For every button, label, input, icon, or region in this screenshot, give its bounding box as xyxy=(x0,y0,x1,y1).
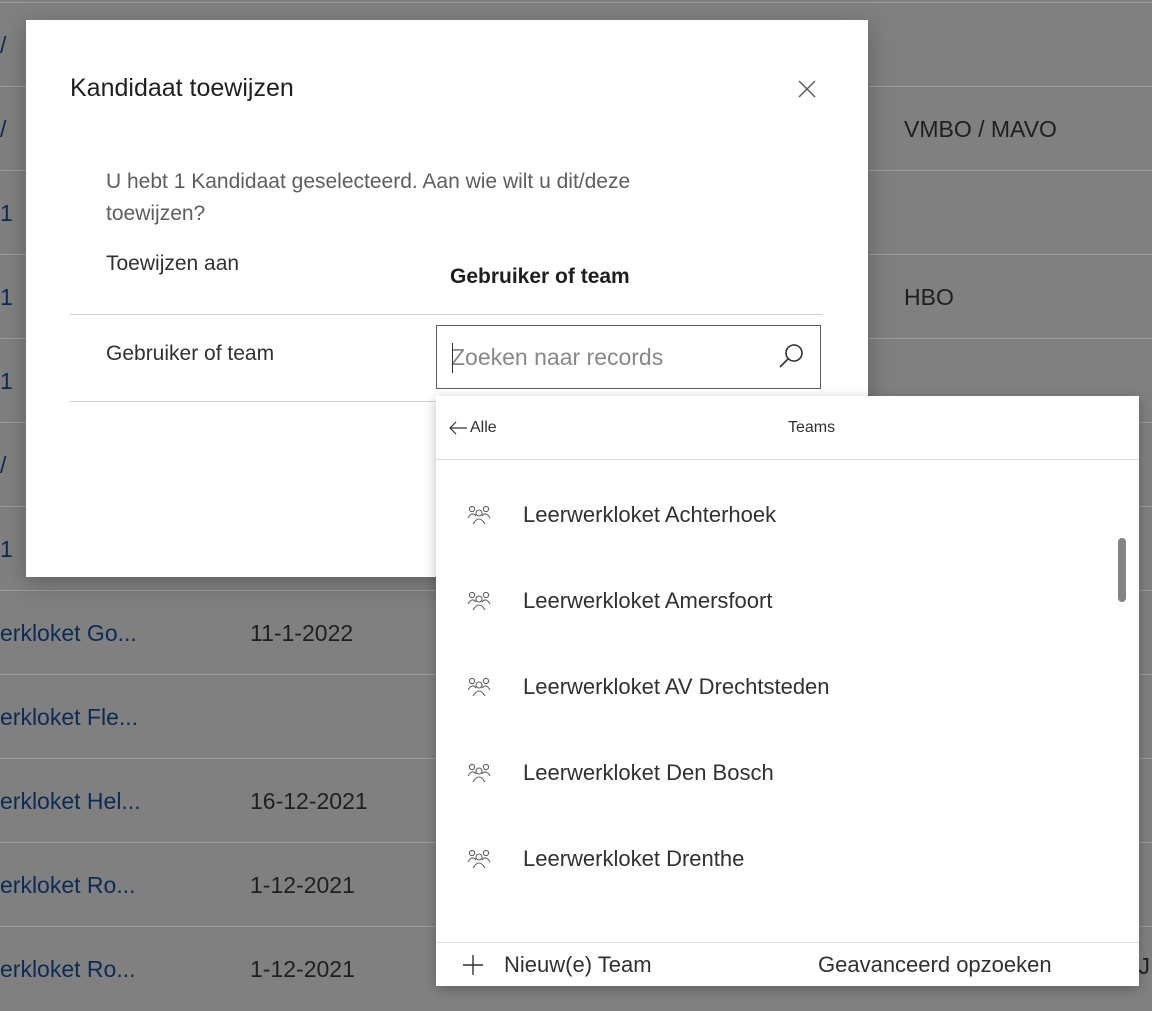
education-cell: HBO xyxy=(904,284,954,310)
education-cell: VMBO / MAVO xyxy=(904,116,1057,142)
list-item[interactable]: Leerwerkloket Den Bosch xyxy=(436,730,1126,816)
truncated-cell: / xyxy=(0,452,7,478)
truncated-cell: 1 xyxy=(0,536,13,562)
divider xyxy=(70,314,823,315)
dialog-description: U hebt 1 Kandidaat geselecteerd. Aan wie… xyxy=(106,170,631,225)
team-icon xyxy=(467,591,491,611)
assign-to-value: Gebruiker of team xyxy=(450,265,630,288)
advanced-lookup-button[interactable]: Geavanceerd opzoeken xyxy=(818,943,1052,986)
truncated-cell: / xyxy=(0,32,7,58)
arrow-left-icon xyxy=(449,421,467,435)
name-link[interactable]: erkloket Go... xyxy=(0,591,215,675)
team-name: Leerwerkloket Den Bosch xyxy=(523,760,774,785)
name-link[interactable]: erkloket Hel... xyxy=(0,759,215,843)
list-item[interactable]: Leerwerkloket Amersfoort xyxy=(436,558,1126,644)
close-icon xyxy=(798,80,816,98)
team-list: Leerwerkloket Achterhoek Leerwerkloket A… xyxy=(436,460,1139,940)
truncated-edge-text: J xyxy=(1138,953,1151,979)
back-label: Alle xyxy=(470,419,497,436)
search-button[interactable] xyxy=(774,340,808,374)
list-item[interactable]: Leerwerkloket AV Drechtsteden xyxy=(436,644,1126,730)
user-or-team-label: Gebruiker of team xyxy=(106,342,275,365)
team-name: Leerwerkloket AV Drechtsteden xyxy=(523,674,830,699)
truncated-cell: 1 xyxy=(0,200,13,226)
new-team-label: Nieuw(e) Team xyxy=(504,952,652,977)
date-cell: 16-12-2021 xyxy=(250,788,368,814)
close-button[interactable] xyxy=(784,66,828,110)
truncated-cell: 1 xyxy=(0,284,13,310)
date-cell: 1-12-2021 xyxy=(250,872,355,898)
team-name: Leerwerkloket Drenthe xyxy=(523,846,745,871)
team-icon xyxy=(467,505,491,525)
list-item[interactable]: Leerwerkloket Drenthe xyxy=(436,816,1126,902)
date-cell: 1-12-2021 xyxy=(250,956,355,982)
name-link[interactable]: erkloket Ro... xyxy=(0,927,215,1011)
team-icon xyxy=(467,763,491,783)
back-to-all-button[interactable]: Alle xyxy=(448,414,497,442)
team-name: Leerwerkloket Achterhoek xyxy=(523,502,777,527)
lookup-field[interactable] xyxy=(436,325,821,389)
team-icon xyxy=(467,677,491,697)
plus-icon xyxy=(463,955,483,975)
new-team-button[interactable]: Nieuw(e) Team xyxy=(462,943,652,986)
dialog-title: Kandidaat toewijzen xyxy=(70,74,294,102)
name-link[interactable]: erkloket Ro... xyxy=(0,843,215,927)
date-cell: 11-1-2022 xyxy=(250,620,354,646)
dropdown-header: Alle Teams xyxy=(436,396,1139,460)
list-item[interactable]: Leerwerkloket Achterhoek xyxy=(436,472,1126,558)
tab-teams[interactable]: Teams xyxy=(788,419,835,437)
search-input[interactable] xyxy=(451,341,751,373)
text-caret xyxy=(452,343,453,373)
scrollbar-thumb[interactable] xyxy=(1118,538,1126,602)
team-name: Leerwerkloket Amersfoort xyxy=(523,588,773,613)
name-link[interactable]: erkloket Fle... xyxy=(0,675,215,759)
assign-to-label: Toewijzen aan xyxy=(106,252,240,275)
truncated-cell: / xyxy=(0,116,7,142)
team-icon xyxy=(467,849,491,869)
lookup-dropdown: Alle Teams Leerwerkloket Achterhoek Leer… xyxy=(436,396,1139,986)
truncated-cell: 1 xyxy=(0,368,13,394)
dropdown-footer: Nieuw(e) Team Geavanceerd opzoeken xyxy=(436,942,1139,986)
search-icon xyxy=(779,344,803,368)
